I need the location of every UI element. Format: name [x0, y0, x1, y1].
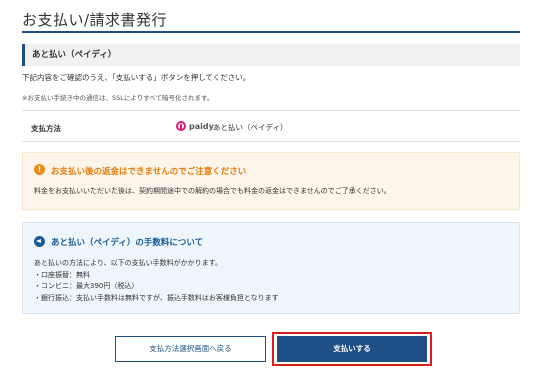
payment-method-value: あと払い（ペイディ） — [213, 123, 288, 132]
refund-warning-box: ! お支払い後の返金はできませんのでご注意ください 料金をお支払いいただいた後は… — [22, 152, 520, 210]
intro-text: 下記内容をご確認のうえ、「支払いする」ボタンを押してください。 — [22, 73, 251, 82]
ssl-note: ※お支払い手続き中の通信は、SSLによりすべて暗号化されます。 — [22, 94, 214, 102]
section-title: あと払い（ペイディ） — [32, 50, 117, 60]
refund-warning-body: 料金をお支払いいただいた後は、契約期間途中での解約の場合でも料金の返金はできませ… — [34, 187, 391, 195]
page-title: お支払い/請求書発行 — [22, 11, 168, 29]
payment-method-row: 支払方法 paidy あと払い（ペイディ） — [22, 110, 520, 142]
fee-info-box: あと払い（ペイディ）の手数料について あと払いの方法により、以下の支払い手数料が… — [22, 222, 520, 314]
fee-item: ・銀行振込：支払い手数料は無料ですが、振込手数料はお客様負担となります — [34, 293, 279, 302]
megaphone-icon — [34, 236, 45, 247]
paidy-logo-icon — [176, 121, 186, 131]
fee-info-title: あと払い（ペイディ）の手数料について — [51, 238, 204, 248]
fee-info-lines: あと払いの方法により、以下の支払い手数料がかかります。 ・口座振替：無料 ・コン… — [34, 258, 279, 304]
exclamation-icon: ! — [34, 164, 45, 175]
title-rule — [22, 31, 520, 33]
pay-button[interactable]: 支払いする — [277, 336, 427, 362]
refund-warning-title: お支払い後の返金はできませんのでご注意ください — [51, 167, 247, 177]
paidy-logo: paidy — [176, 121, 214, 131]
payment-method-label: 支払方法 — [31, 124, 61, 133]
section-header: あと払い（ペイディ） — [22, 44, 520, 66]
paidy-logo-text: paidy — [189, 121, 214, 131]
back-to-method-select-button[interactable]: 支払方法選択画面へ戻る — [115, 336, 266, 362]
fee-intro: あと払いの方法により、以下の支払い手数料がかかります。 — [34, 259, 222, 267]
fee-item: ・コンビニ：最大390円（税込） — [34, 282, 139, 290]
fee-item: ・口座振替：無料 — [34, 270, 90, 279]
